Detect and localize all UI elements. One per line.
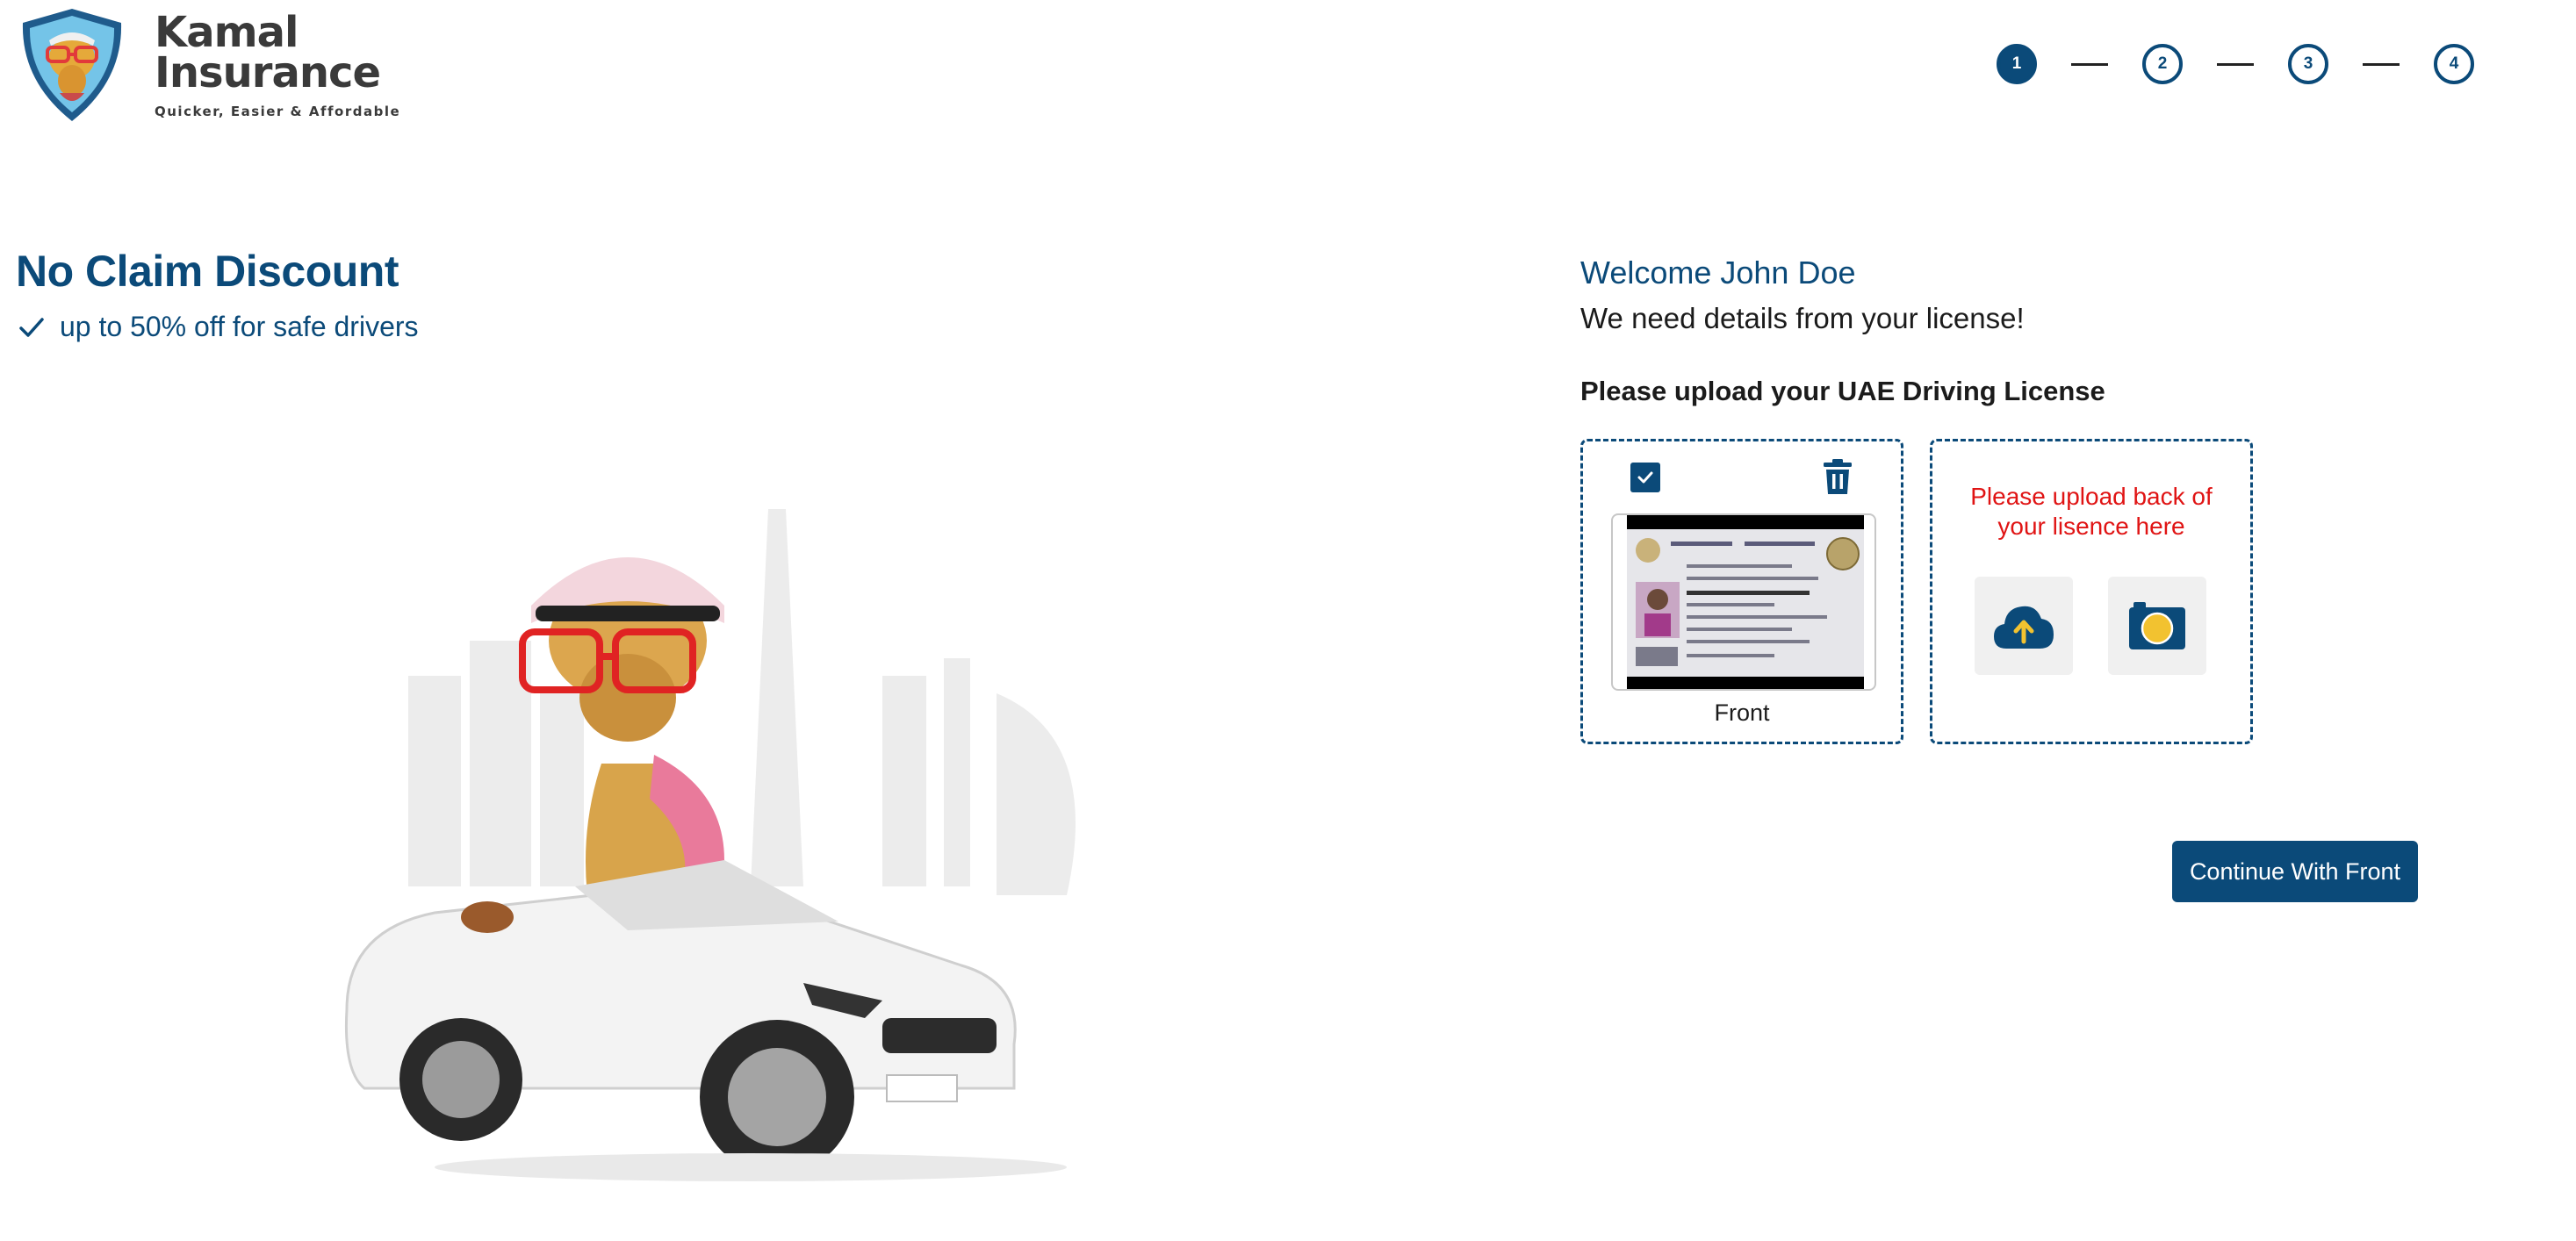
promo-point: up to 50% off for safe drivers bbox=[18, 311, 419, 343]
camel-shield-logo-icon bbox=[22, 9, 122, 121]
brand-logo[interactable]: Kamal Insurance Quicker, Easier & Afford… bbox=[16, 5, 400, 125]
front-label: Front bbox=[1714, 699, 1770, 726]
license-front-image bbox=[1627, 515, 1864, 689]
brand-name-line2: Insurance bbox=[155, 48, 381, 97]
step-3: 3 bbox=[2288, 44, 2328, 84]
license-front-card: Front bbox=[1580, 439, 1903, 744]
take-photo-button[interactable] bbox=[2108, 577, 2206, 675]
check-icon bbox=[19, 317, 44, 337]
step-connector bbox=[2363, 62, 2400, 66]
step-4: 4 bbox=[2434, 44, 2474, 84]
license-back-card: Please upload back of your lisence here bbox=[1930, 439, 2253, 744]
progress-stepper: 1 2 3 4 bbox=[1997, 44, 2474, 84]
check-icon bbox=[1637, 471, 1653, 484]
step-1: 1 bbox=[1997, 44, 2037, 84]
license-front-preview[interactable] bbox=[1611, 513, 1876, 691]
trash-icon[interactable] bbox=[1822, 459, 1853, 496]
camel-in-convertible-illustration bbox=[344, 509, 1076, 1181]
promo-point-text: up to 50% off for safe drivers bbox=[60, 311, 419, 342]
cloud-upload-icon bbox=[1994, 606, 2054, 649]
upload-file-button[interactable] bbox=[1975, 577, 2073, 675]
license-subtitle: We need details from your license! bbox=[1580, 302, 2025, 334]
promo-title: No Claim Discount bbox=[16, 247, 399, 296]
upload-title: Please upload your UAE Driving License bbox=[1580, 376, 2105, 406]
continue-with-front-button[interactable]: Continue With Front bbox=[2172, 841, 2418, 902]
step-connector bbox=[2071, 62, 2108, 66]
camera-icon bbox=[2129, 602, 2185, 649]
step-2: 2 bbox=[2142, 44, 2183, 84]
brand-name-line1: Kamal bbox=[155, 8, 299, 57]
back-upload-message: Please upload back of your lisence here bbox=[1970, 483, 2213, 540]
brand-tagline: Quicker, Easier & Affordable bbox=[155, 104, 401, 119]
welcome-heading: Welcome John Doe bbox=[1580, 255, 1856, 291]
step-connector bbox=[2217, 62, 2254, 66]
front-select-checkbox[interactable] bbox=[1630, 463, 1660, 492]
